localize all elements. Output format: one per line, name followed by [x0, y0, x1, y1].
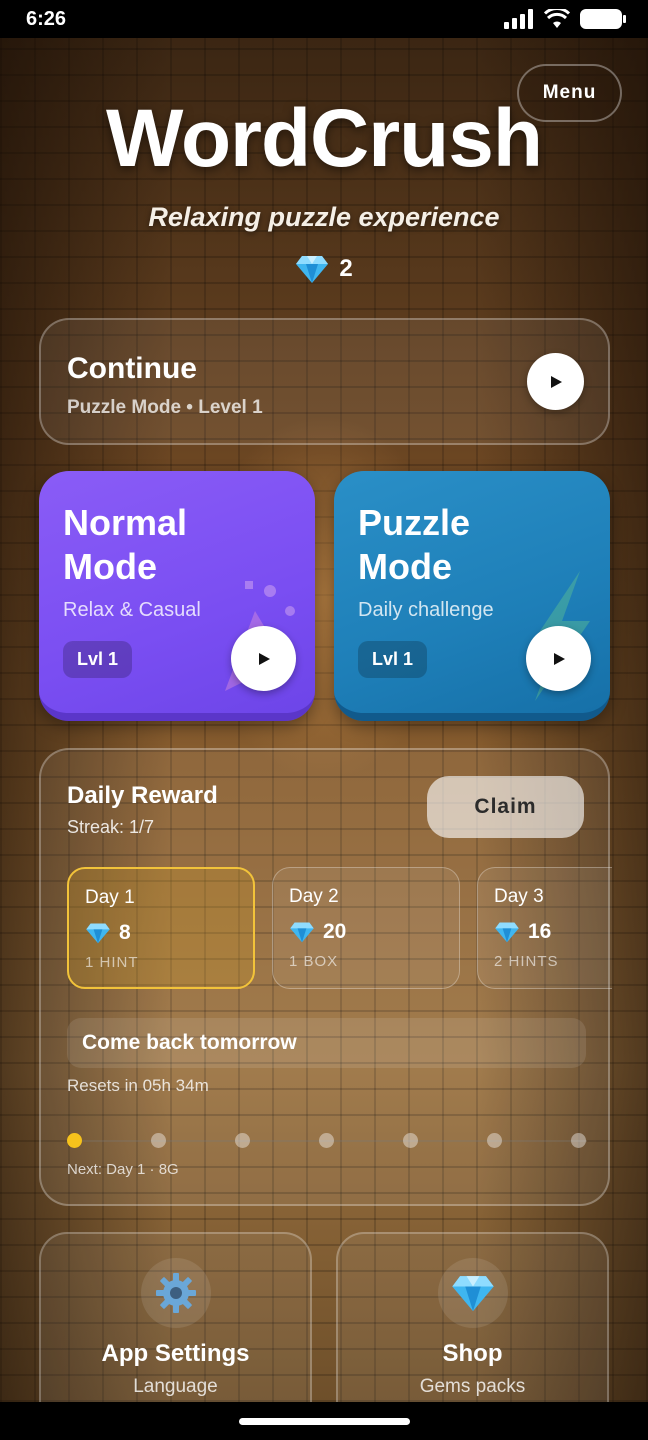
normal-mode-subtitle: Relax & Casual — [63, 599, 201, 621]
normal-mode-card[interactable]: Normal Mode Relax & Casual Lvl 1 — [39, 471, 315, 721]
puzzle-mode-title-line2: Mode — [358, 546, 452, 587]
settings-icon-wrap — [140, 1258, 211, 1328]
puzzle-mode-subtitle: Daily challenge — [358, 599, 494, 621]
gem-icon — [290, 922, 314, 943]
daily-reward-card: Daily Reward Streak: 1/7 Claim Day 1 8 1… — [39, 748, 612, 1206]
shop-icon-wrap — [437, 1258, 508, 1328]
streak-dot — [151, 1133, 166, 1148]
day-gift: 1 HINT — [85, 954, 139, 971]
day-gems: 20 — [289, 920, 346, 944]
gem-icon — [296, 256, 329, 283]
gem-icon — [495, 922, 519, 943]
status-time: 6:26 — [26, 7, 67, 30]
home-indicator[interactable] — [239, 1418, 410, 1425]
battery-icon — [580, 9, 626, 29]
day-label: Day 3 — [494, 886, 544, 907]
day-gem-amount: 8 — [119, 921, 131, 944]
streak-dot — [403, 1133, 418, 1148]
day-gems: 8 — [85, 921, 131, 945]
gem-balance: 2 — [0, 254, 648, 284]
signal-icon — [504, 9, 533, 29]
reward-day-card[interactable]: Day 1 8 1 HINT — [67, 867, 255, 989]
day-gift: 2 HINTS — [494, 953, 559, 970]
gear-icon — [155, 1273, 196, 1313]
play-icon — [553, 652, 565, 665]
continue-card[interactable]: Continue Puzzle Mode • Level 1 — [39, 318, 610, 445]
gem-icon — [86, 923, 110, 944]
reward-days-carousel[interactable]: Day 1 8 1 HINT Day 2 20 1 BOX Day 3 16 2… — [67, 867, 612, 991]
continue-subtitle: Puzzle Mode • Level 1 — [67, 397, 263, 418]
day-gems: 16 — [494, 920, 551, 944]
app-title: WordCrush — [106, 93, 543, 184]
app-settings-title: App Settings — [101, 1340, 250, 1367]
daily-reward-title: Daily Reward — [67, 782, 218, 809]
puzzle-mode-title-line1: Puzzle — [358, 502, 471, 543]
app-subtitle: Relaxing puzzle experience — [148, 202, 500, 232]
streak-dot — [67, 1133, 82, 1148]
streak-dot — [319, 1133, 334, 1148]
continue-title: Continue — [67, 352, 197, 385]
normal-mode-level-badge: Lvl 1 — [63, 641, 133, 678]
app-settings-subtitle: Language — [133, 1376, 218, 1397]
reset-timer: Resets in 05h 34m — [67, 1076, 209, 1095]
reward-day-card[interactable]: Day 3 16 2 HINTS — [477, 867, 612, 989]
play-icon — [258, 652, 270, 665]
gem-count: 2 — [339, 255, 353, 282]
puzzle-mode-level-badge: Lvl 1 — [358, 641, 428, 678]
come-back-message: Come back tomorrow — [67, 1018, 586, 1068]
day-label: Day 2 — [289, 886, 339, 907]
puzzle-mode-play-button[interactable] — [526, 626, 591, 691]
day-label: Day 1 — [85, 887, 135, 908]
wifi-icon — [544, 9, 570, 28]
shop-subtitle: Gems packs — [419, 1376, 526, 1397]
normal-mode-title-line1: Normal — [63, 502, 188, 543]
daily-reward-streak: Streak: 1/7 — [67, 817, 155, 837]
streak-dot — [235, 1133, 250, 1148]
next-reward-text: Next: Day 1 · 8G — [67, 1161, 179, 1178]
streak-dot — [571, 1133, 586, 1148]
puzzle-mode-card[interactable]: Puzzle Mode Daily challenge Lvl 1 — [334, 471, 610, 721]
system-nav-bar — [0, 1402, 648, 1440]
streak-dot — [487, 1133, 502, 1148]
play-icon — [550, 375, 562, 388]
normal-mode-play-button[interactable] — [231, 626, 296, 691]
claim-button[interactable]: Claim — [427, 776, 584, 838]
reward-day-card[interactable]: Day 2 20 1 BOX — [272, 867, 460, 989]
puzzle-mode-title: Puzzle Mode — [358, 501, 470, 589]
continue-play-button[interactable] — [527, 353, 584, 410]
day-gem-amount: 16 — [528, 920, 552, 943]
day-gem-amount: 20 — [323, 920, 347, 943]
shop-title: Shop — [442, 1340, 503, 1367]
normal-mode-title-line2: Mode — [63, 546, 157, 587]
status-bar: 6:26 — [0, 0, 648, 38]
day-gift: 1 BOX — [289, 953, 339, 970]
status-icons — [504, 9, 626, 29]
normal-mode-title: Normal Mode — [63, 501, 187, 589]
gem-icon — [451, 1276, 494, 1312]
